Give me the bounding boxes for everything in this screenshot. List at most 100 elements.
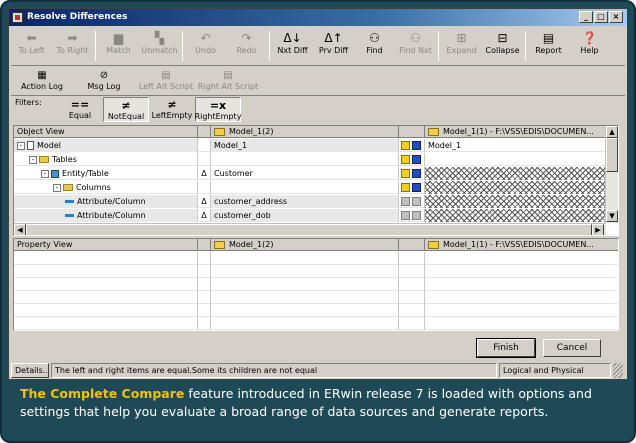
copy-right-arrow-icon[interactable] <box>412 169 421 178</box>
scroll-right-button[interactable]: ▶ <box>592 224 604 235</box>
cancel-button[interactable]: Cancel <box>543 339 601 357</box>
right-value-cell <box>425 195 606 208</box>
left-empty-icon: ≠ <box>167 98 177 111</box>
expand-button[interactable]: ⊞ Expand <box>441 28 482 64</box>
to-left-button[interactable]: ⬅ To Left <box>11 28 52 64</box>
left-value-cell: Customer <box>211 167 399 180</box>
copy-left-arrow-icon[interactable] <box>401 197 410 206</box>
copy-left-arrow-icon[interactable] <box>401 183 410 192</box>
object-view-hscroll[interactable]: ◀ ▶ <box>14 223 606 235</box>
property-row[interactable] <box>14 278 618 291</box>
filter-equal-button[interactable]: == Equal <box>57 97 103 122</box>
object-tree-row[interactable]: Attribute/Column Δcustomer_address <box>14 195 606 208</box>
property-row[interactable] <box>14 291 618 304</box>
folder-icon <box>63 184 73 191</box>
msg-log-button[interactable]: ⊘ Msg Log <box>73 68 135 95</box>
scroll-up-button[interactable]: ▲ <box>606 126 618 138</box>
model-icon <box>214 127 225 136</box>
property-left-cell <box>211 291 399 304</box>
right-model-header[interactable]: Model_1(1) - F:\VSS\EDIS\DOCUMEN... <box>425 126 606 138</box>
toolbar-button-label: To Right <box>56 46 89 55</box>
toolbar-button-label: Help <box>580 46 599 55</box>
property-left-model-header[interactable]: Model_1(2) <box>211 239 399 251</box>
right-alt-script-button[interactable]: ▤ Right Alt Script <box>197 68 259 95</box>
figure-frame: Resolve Differences _ □ × ⬅ To Left ➡ To Ri… <box>0 0 636 443</box>
maximize-button[interactable]: □ <box>594 11 608 23</box>
object-tree-row[interactable]: - Entity/Table Δ Customer <box>14 167 606 180</box>
copy-left-arrow-icon[interactable] <box>401 141 410 150</box>
copy-left-arrow-icon[interactable] <box>401 169 410 178</box>
window-titlebar: Resolve Differences _ □ × <box>9 9 627 26</box>
property-right-model-header[interactable]: Model_1(1) - F:\VSS\EDIS\DOCUMEN... <box>425 239 618 251</box>
merge-arrows-cell <box>399 209 425 222</box>
table-icon <box>51 169 59 178</box>
right-value-cell <box>425 209 606 222</box>
hscroll-thumb[interactable] <box>26 224 592 235</box>
copy-right-arrow-icon[interactable] <box>412 141 421 150</box>
collapse-toggle-icon[interactable]: - <box>29 155 37 164</box>
object-name: Attribute/Column <box>77 197 146 206</box>
property-arrow-cell <box>399 278 425 291</box>
scroll-left-button[interactable]: ◀ <box>14 224 26 235</box>
copy-right-arrow-icon[interactable] <box>412 211 421 220</box>
toolbar-button-label: Expand <box>446 46 477 55</box>
find-button[interactable]: ⚇ Find <box>354 28 395 64</box>
copy-left-arrow-icon[interactable] <box>401 155 410 164</box>
undo-button[interactable]: ↶ Undo <box>185 28 226 64</box>
property-row[interactable] <box>14 252 618 265</box>
match-button[interactable]: ▆ Match <box>98 28 139 64</box>
copy-right-arrow-icon[interactable] <box>412 183 421 192</box>
property-row[interactable] <box>14 265 618 278</box>
arrow-column-header <box>399 126 425 138</box>
find-next-icon: ⚇ <box>410 31 421 45</box>
object-view-header[interactable]: Object View <box>14 126 198 138</box>
close-button[interactable]: × <box>609 11 623 23</box>
redo-button[interactable]: ↷ Redo <box>226 28 267 64</box>
object-tree-row[interactable]: - Columns <box>14 181 606 194</box>
left-model-header[interactable]: Model_1(2) <box>211 126 399 138</box>
unmatch-button[interactable]: ▚ Unmatch <box>139 28 180 64</box>
property-right-cell <box>425 252 618 265</box>
find-nxt-button[interactable]: ⚇ Find Nxt <box>395 28 436 64</box>
filter-rightempty-button[interactable]: =x RightEmpty <box>195 97 241 122</box>
copy-right-arrow-icon[interactable] <box>412 197 421 206</box>
property-view-header[interactable]: Property View <box>14 239 198 251</box>
object-name-cell: Attribute/Column <box>14 209 198 222</box>
help-button[interactable]: ❓ Help <box>569 28 610 64</box>
figure-caption: The Complete Compare feature introduced … <box>20 385 616 421</box>
filter-leftempty-button[interactable]: ≠ LeftEmpty <box>149 97 195 122</box>
left-script-icon: ▤ <box>161 70 171 81</box>
minimize-button[interactable]: _ <box>579 11 593 23</box>
collapse-icon: ⊟ <box>497 31 508 45</box>
collapse-toggle-icon[interactable]: - <box>53 183 61 192</box>
scroll-thumb[interactable] <box>606 138 618 172</box>
to-right-button[interactable]: ➡ To Right <box>52 28 93 64</box>
property-row[interactable] <box>14 317 618 330</box>
collapse-toggle-icon[interactable]: - <box>17 141 25 150</box>
prv-diff-button[interactable]: Δ↑ Prv Diff <box>313 28 354 64</box>
toolbar-button-label: Msg Log <box>87 82 121 91</box>
filter-notequal-button[interactable]: ≠ NotEqual <box>103 97 149 122</box>
report-button[interactable]: ▤ Report <box>528 28 569 64</box>
copy-right-arrow-icon[interactable] <box>412 155 421 164</box>
finish-button[interactable]: Finish <box>476 338 536 358</box>
object-tree-row[interactable]: Attribute/Column Δcustomer_dob <box>14 209 606 222</box>
object-view-vscroll[interactable]: ▲ ▼ <box>605 126 618 223</box>
nxt-diff-button[interactable]: Δ↓ Nxt Diff <box>272 28 313 64</box>
folder-icon <box>39 156 49 163</box>
object-name: Columns <box>76 183 111 192</box>
merge-arrows-cell <box>399 139 425 152</box>
action-log-button[interactable]: ▦ Action Log <box>11 68 73 95</box>
right-value-cell <box>425 167 606 180</box>
resize-grip-icon[interactable] <box>613 363 623 378</box>
object-tree-row[interactable]: - Model Model_1 Model_1 <box>14 139 606 152</box>
details-button[interactable]: Details... <box>11 363 49 378</box>
collapse-toggle-icon[interactable]: - <box>41 169 49 178</box>
property-row[interactable] <box>14 304 618 317</box>
object-tree-row[interactable]: - Tables <box>14 153 606 166</box>
copy-left-arrow-icon[interactable] <box>401 211 410 220</box>
collapse-button[interactable]: ⊟ Collapse <box>482 28 523 64</box>
left-alt-script-button[interactable]: ▤ Left Alt Script <box>135 68 197 95</box>
left-model-header-label: Model_1(2) <box>229 127 274 136</box>
scroll-down-button[interactable]: ▼ <box>606 210 618 222</box>
